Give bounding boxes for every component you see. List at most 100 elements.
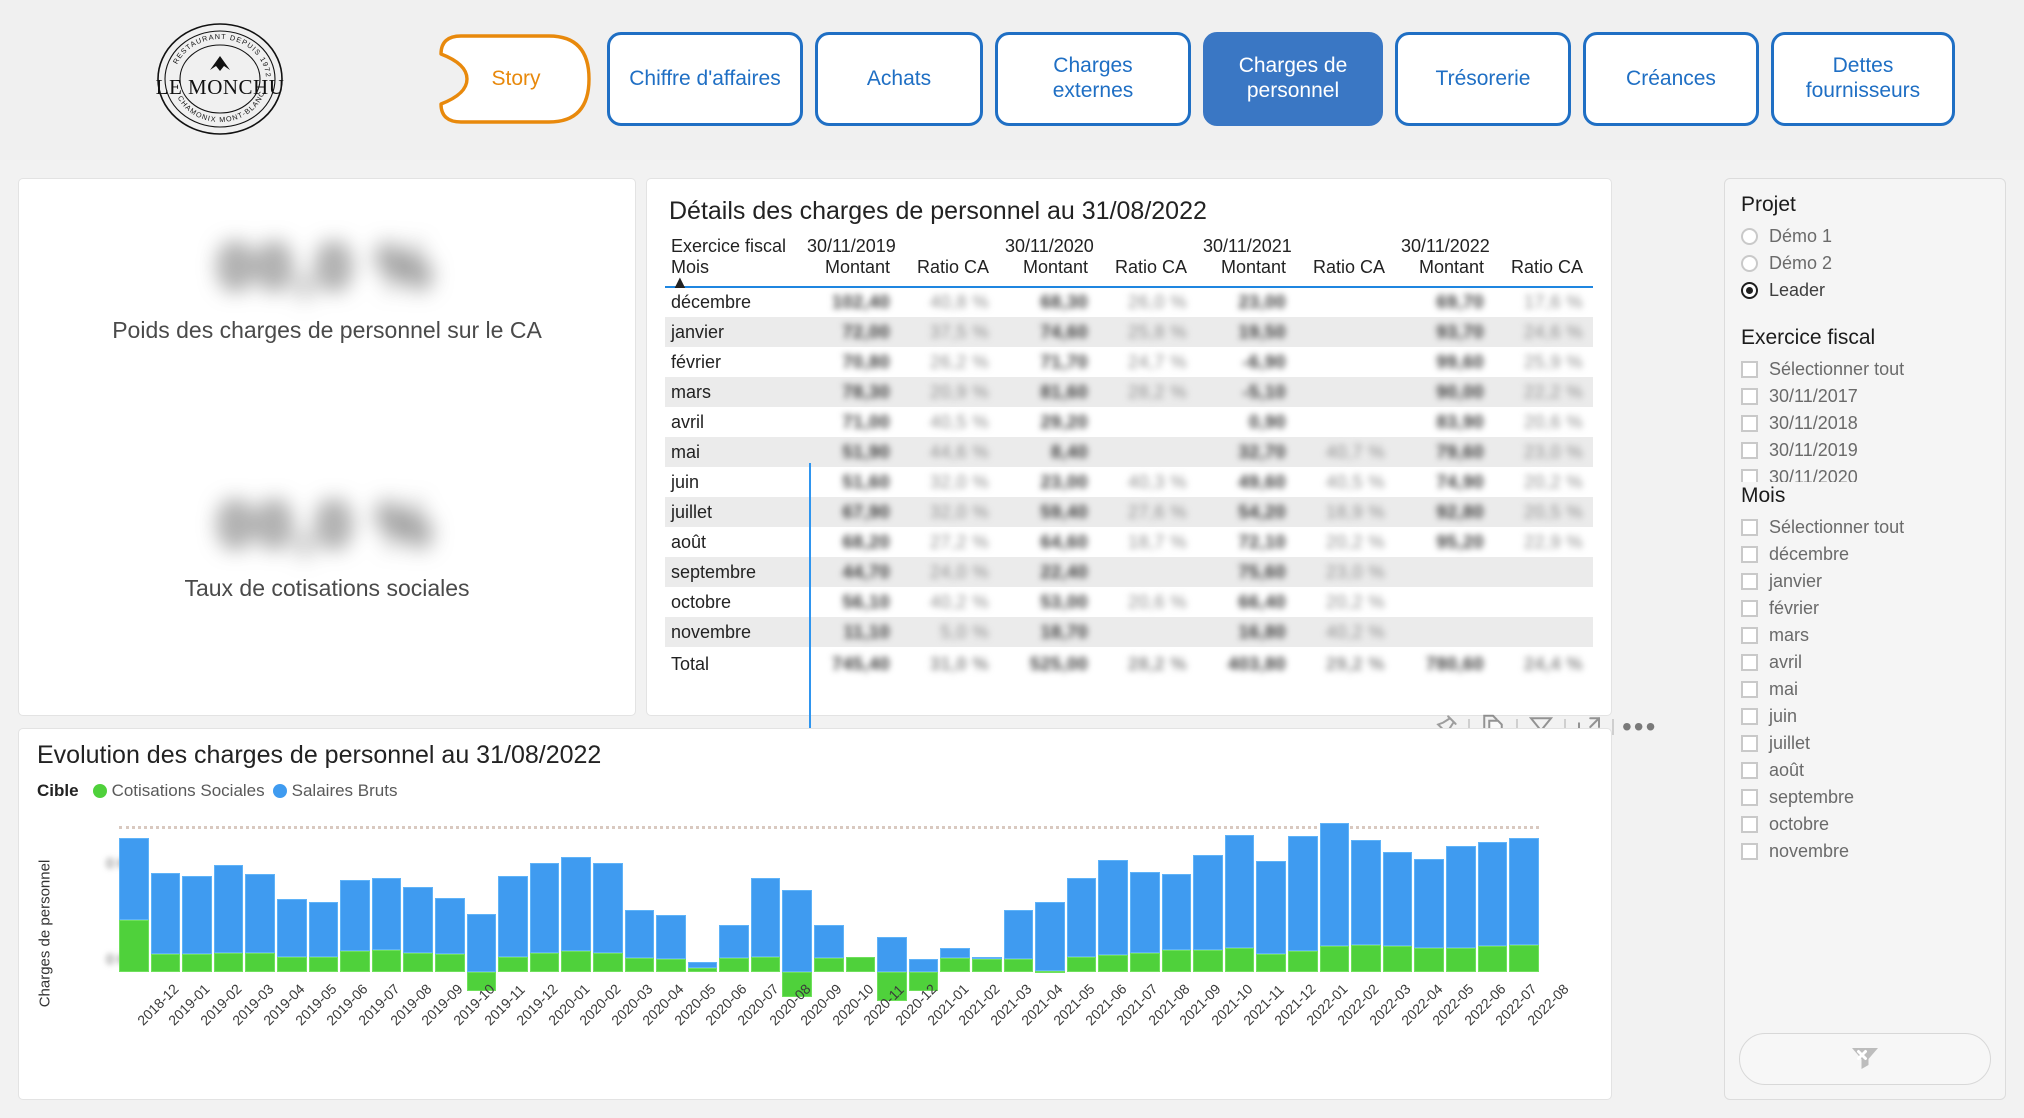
chart-bar-column[interactable] [150, 809, 181, 1009]
matrix-col-ratio-2020[interactable]: Ratio CA [1098, 257, 1197, 278]
matrix-fy-2019[interactable]: 30/11/2019 [801, 236, 999, 257]
filter-option-exercice-fiscal-1[interactable]: 30/11/2017 [1741, 383, 1989, 410]
chart-bar-column[interactable] [814, 809, 844, 1009]
chart-bar-column[interactable] [529, 809, 560, 1009]
matrix-col-montant-2019[interactable]: Montant [801, 257, 900, 278]
filter-option-mois-6[interactable]: mai [1741, 676, 1989, 703]
radio-icon[interactable] [1741, 255, 1758, 272]
filter-option-mois-1[interactable]: décembre [1741, 541, 1989, 568]
checkbox-icon[interactable] [1741, 442, 1758, 459]
chart-bar-column[interactable] [1414, 809, 1444, 1009]
matrix-fy-2021[interactable]: 30/11/2021 [1197, 236, 1395, 257]
filter-option-mois-7[interactable]: juin [1741, 703, 1989, 730]
matrix-col-ratio-2019[interactable]: Ratio CA [900, 257, 999, 278]
chart-bar-column[interactable] [434, 809, 465, 1009]
table-row[interactable]: juillet 67,90 32,0 % 59,40 27,6 % 54,20 18,9 %… [665, 497, 1593, 527]
radio-icon[interactable] [1741, 228, 1758, 245]
filter-option-mois-5[interactable]: avril [1741, 649, 1989, 676]
chart-bar-column[interactable] [466, 809, 497, 1009]
filter-option-mois-3[interactable]: février [1741, 595, 1989, 622]
checkbox-icon[interactable] [1741, 627, 1758, 644]
filter-list-exercice-fiscal-scrollarea[interactable]: Sélectionner tout 30/11/2017 30/11/2018 30/… [1741, 356, 1989, 482]
chart-bar-column[interactable] [1224, 809, 1255, 1009]
chart-bar-column[interactable] [1035, 809, 1065, 1009]
chart-bar-column[interactable] [1445, 809, 1476, 1009]
chart-bar-column[interactable] [1193, 809, 1223, 1009]
chart-bar-column[interactable] [687, 809, 718, 1009]
checkbox-icon[interactable] [1741, 415, 1758, 432]
filter-option-mois-8[interactable]: juillet [1741, 730, 1989, 757]
tab-charges-externes[interactable]: Charges externes [995, 32, 1191, 126]
checkbox-icon[interactable] [1741, 388, 1758, 405]
checkbox-icon[interactable] [1741, 762, 1758, 779]
matrix-fy-2022[interactable]: 30/11/2022 [1395, 236, 1593, 257]
checkbox-icon[interactable] [1741, 843, 1758, 860]
table-row[interactable]: avril 71,00 40,5 % 29,20 0,90 83,90 20,6 % [665, 407, 1593, 437]
filter-option-projet-1[interactable]: Démo 2 [1741, 250, 1989, 277]
checkbox-icon[interactable] [1741, 708, 1758, 725]
checkbox-icon[interactable] [1741, 735, 1758, 752]
filter-option-mois-9[interactable]: août [1741, 757, 1989, 784]
filter-option-mois-4[interactable]: mars [1741, 622, 1989, 649]
tab-story[interactable]: Story [437, 32, 595, 126]
tab-creances[interactable]: Créances [1583, 32, 1759, 126]
checkbox-icon[interactable] [1741, 573, 1758, 590]
chart-bar-column[interactable] [1351, 809, 1381, 1009]
matrix-col-montant-2021[interactable]: Montant [1197, 257, 1296, 278]
table-row[interactable]: novembre 11,10 5,0 % 18,70 16,80 40,2 % [665, 617, 1593, 647]
chart-bar-column[interactable] [1130, 809, 1160, 1009]
checkbox-icon[interactable] [1741, 546, 1758, 563]
checkbox-icon[interactable] [1741, 789, 1758, 806]
table-row[interactable]: juin 51,60 32,0 % 23,00 40,3 % 49,60 40,5 % 74,… [665, 467, 1593, 497]
chart-bar-column[interactable] [940, 809, 971, 1009]
chart-bar-column[interactable] [1066, 809, 1097, 1009]
chart-bar-column[interactable] [908, 809, 939, 1009]
table-row[interactable]: octobre 56,10 40,2 % 53,00 20,6 % 66,40 20,2 % [665, 587, 1593, 617]
legend-item-salaires-bruts[interactable]: Salaires Bruts [272, 781, 397, 801]
chart-bar-column[interactable] [1098, 809, 1128, 1009]
matrix-col-ratio-2021[interactable]: Ratio CA [1296, 257, 1395, 278]
clear-filters-button[interactable] [1739, 1033, 1991, 1085]
more-options-icon[interactable]: ••• [1622, 713, 1657, 741]
chart-bar-column[interactable] [877, 809, 907, 1009]
chart-bar-column[interactable] [1509, 809, 1539, 1009]
radio-selected-icon[interactable] [1741, 282, 1758, 299]
chart-bar-column[interactable] [371, 809, 402, 1009]
chart-bar-column[interactable] [308, 809, 339, 1009]
chart-bar-column[interactable] [498, 809, 528, 1009]
chart-bar-column[interactable] [592, 809, 623, 1009]
chart-bar-column[interactable] [656, 809, 686, 1009]
filter-option-exercice-fiscal-0[interactable]: Sélectionner tout [1741, 356, 1989, 383]
checkbox-icon[interactable] [1741, 519, 1758, 536]
tab-chiffre-d-affaires[interactable]: Chiffre d'affaires [607, 32, 803, 126]
chart-bar-column[interactable] [1287, 809, 1318, 1009]
chart-bar-column[interactable] [213, 809, 244, 1009]
checkbox-icon[interactable] [1741, 600, 1758, 617]
chart-bar-column[interactable] [972, 809, 1002, 1009]
checkbox-icon[interactable] [1741, 816, 1758, 833]
filter-option-mois-11[interactable]: octobre [1741, 811, 1989, 838]
chart-bar-column[interactable] [340, 809, 370, 1009]
tab-dettes-fournisseurs[interactable]: Dettes fournisseurs [1771, 32, 1955, 126]
chart-bar-column[interactable] [561, 809, 591, 1009]
chart-bar-column[interactable] [624, 809, 655, 1009]
matrix-col-montant-2022[interactable]: Montant [1395, 257, 1494, 278]
table-row[interactable]: décembre 102,40 40,8 % 68,30 26,0 % 23,00 69,7… [665, 287, 1593, 317]
filter-option-exercice-fiscal-2[interactable]: 30/11/2018 [1741, 410, 1989, 437]
table-row[interactable]: mai 51,90 44,6 % 8,40 32,70 40,7 % 79,60 23,0 % [665, 437, 1593, 467]
table-row[interactable]: mars 78,30 20,9 % 81,60 28,2 % -5,10 90,00 22,2… [665, 377, 1593, 407]
checkbox-icon[interactable] [1741, 361, 1758, 378]
chart-bar-column[interactable] [1003, 809, 1034, 1009]
chart-bar-column[interactable] [719, 809, 749, 1009]
filter-option-mois-2[interactable]: janvier [1741, 568, 1989, 595]
chart-bar-column[interactable] [750, 809, 781, 1009]
chart-bar-column[interactable] [1319, 809, 1350, 1009]
chart-bar-column[interactable] [119, 809, 149, 1009]
matrix-sort-indicator[interactable]: ▲ [665, 273, 801, 291]
filter-option-exercice-fiscal-4[interactable]: 30/11/2020 [1741, 464, 1989, 482]
tab-charges-de-personnel[interactable]: Charges de personnel [1203, 32, 1383, 126]
legend-item-cotisations-sociales[interactable]: Cotisations Sociales [92, 781, 265, 801]
checkbox-icon[interactable] [1741, 469, 1758, 482]
checkbox-icon[interactable] [1741, 654, 1758, 671]
matrix-fy-2020[interactable]: 30/11/2020 [999, 236, 1197, 257]
